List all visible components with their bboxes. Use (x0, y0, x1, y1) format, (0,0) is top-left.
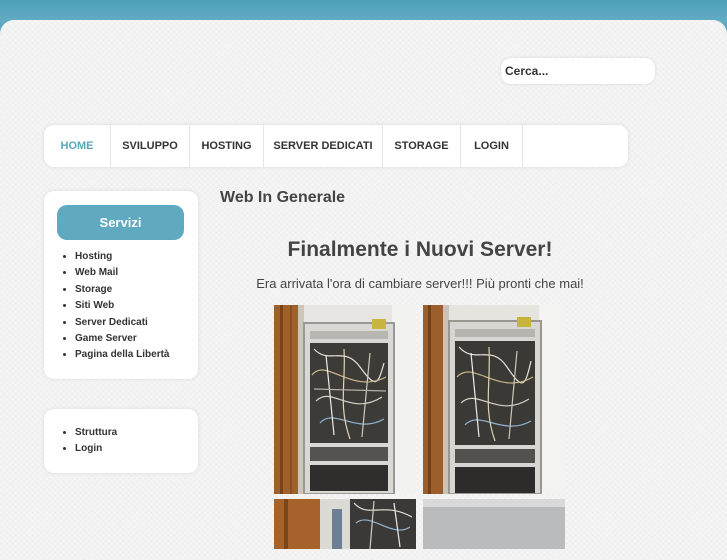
extra-list: Struttura Login (75, 425, 117, 458)
services-link-storage[interactable]: Storage (75, 282, 169, 298)
extra-links-box: Struttura Login (44, 409, 198, 473)
server-rack-photo-4[interactable] (423, 499, 565, 549)
services-link-server-dedicati[interactable]: Server Dedicati (75, 315, 169, 331)
top-bar (0, 0, 727, 22)
server-rack-photo-1[interactable] (274, 305, 416, 494)
services-box: Servizi Hosting Web Mail Storage Siti We… (44, 191, 198, 379)
extra-link-struttura[interactable]: Struttura (75, 425, 117, 441)
nav-sviluppo[interactable]: SVILUPPO (111, 125, 190, 167)
server-rack-photo-2[interactable] (423, 305, 565, 494)
server-rack-photo-3[interactable] (274, 499, 416, 549)
services-link-web-mail[interactable]: Web Mail (75, 265, 169, 281)
services-link-pagina-liberta[interactable]: Pagina della Libertà (75, 347, 169, 363)
nav-hosting[interactable]: HOSTING (190, 125, 264, 167)
services-link-siti-web[interactable]: Siti Web (75, 298, 169, 314)
nav-home[interactable]: HOME (44, 125, 111, 167)
article-text: Era arrivata l'ora di cambiare server!!!… (256, 276, 584, 291)
services-link-game-server[interactable]: Game Server (75, 331, 169, 347)
services-link-hosting[interactable]: Hosting (75, 249, 169, 265)
services-header: Servizi (57, 205, 184, 240)
services-list: Hosting Web Mail Storage Siti Web Server… (75, 249, 169, 364)
section-title: Web In Generale (220, 189, 346, 206)
search-input[interactable] (501, 58, 655, 84)
article-title[interactable]: Finalmente i Nuovi Server! (220, 238, 620, 262)
main-nav: HOME SVILUPPO HOSTING SERVER DEDICATI ST… (44, 125, 628, 167)
nav-server-dedicati[interactable]: SERVER DEDICATI (264, 125, 383, 167)
nav-storage[interactable]: STORAGE (383, 125, 461, 167)
extra-link-login[interactable]: Login (75, 441, 117, 457)
nav-login[interactable]: LOGIN (461, 125, 523, 167)
